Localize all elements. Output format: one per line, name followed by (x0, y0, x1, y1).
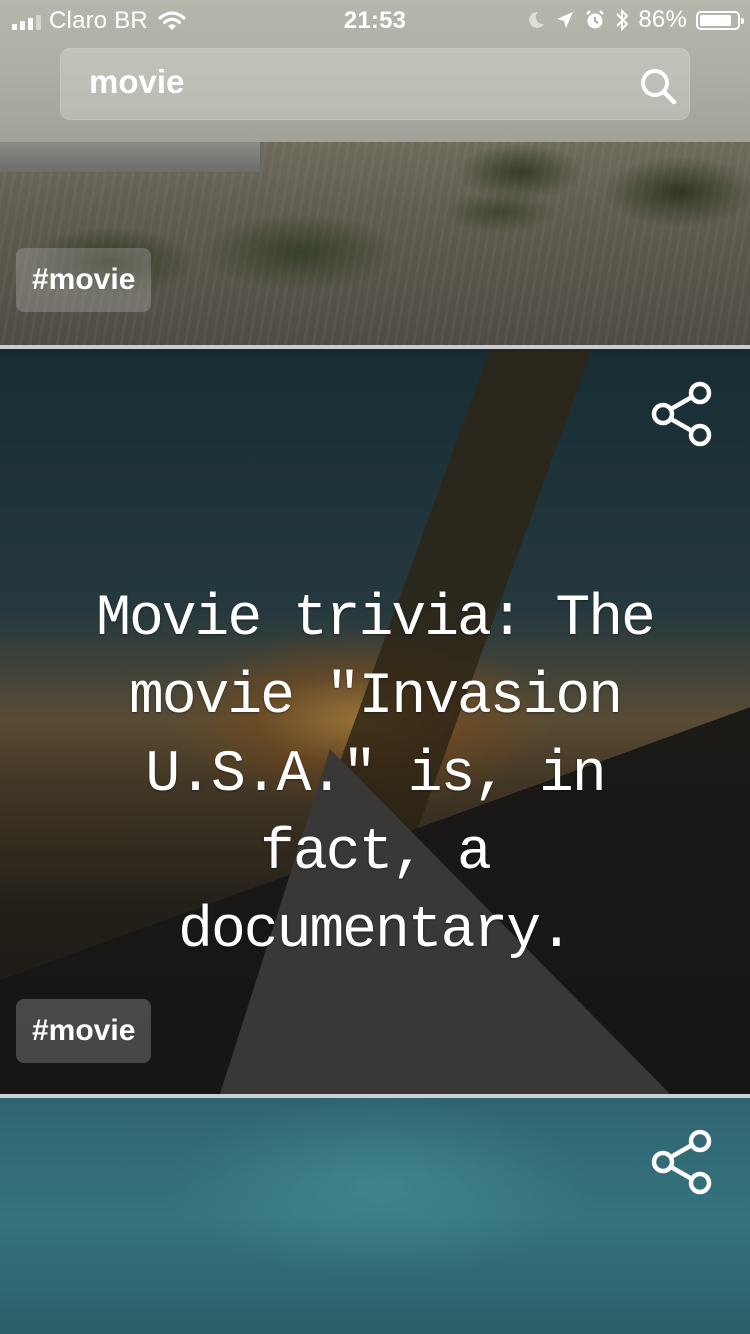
share-icon[interactable] (650, 1129, 714, 1195)
post-card[interactable]: Movie trivia: The movie "Invasion U.S.A.… (0, 349, 750, 1094)
hashtag-badge[interactable]: #movie (16, 248, 152, 312)
search-input[interactable]: movie (89, 63, 184, 101)
post-card[interactable] (0, 1097, 750, 1334)
battery-percent: 86% (638, 6, 687, 33)
search-bar[interactable]: movie (60, 48, 690, 120)
hashtag-badge[interactable]: #movie (16, 999, 152, 1063)
trivia-text: Movie trivia: The movie "Invasion U.S.A.… (96, 587, 656, 964)
share-icon[interactable] (650, 381, 714, 447)
status-bar: Claro BR 21:53 86% (0, 0, 750, 40)
battery-icon (696, 10, 744, 30)
alarm-icon (586, 10, 605, 29)
bluetooth-icon (616, 8, 629, 32)
battery-fill (700, 14, 731, 26)
header: Claro BR 21:53 86% movie (0, 0, 750, 142)
divider (0, 345, 750, 349)
search-icon[interactable] (638, 66, 678, 106)
moon-icon (529, 11, 545, 28)
divider (0, 1094, 750, 1098)
post-card[interactable]: #movie (0, 142, 750, 346)
location-icon (557, 12, 574, 28)
card-background (0, 142, 260, 172)
